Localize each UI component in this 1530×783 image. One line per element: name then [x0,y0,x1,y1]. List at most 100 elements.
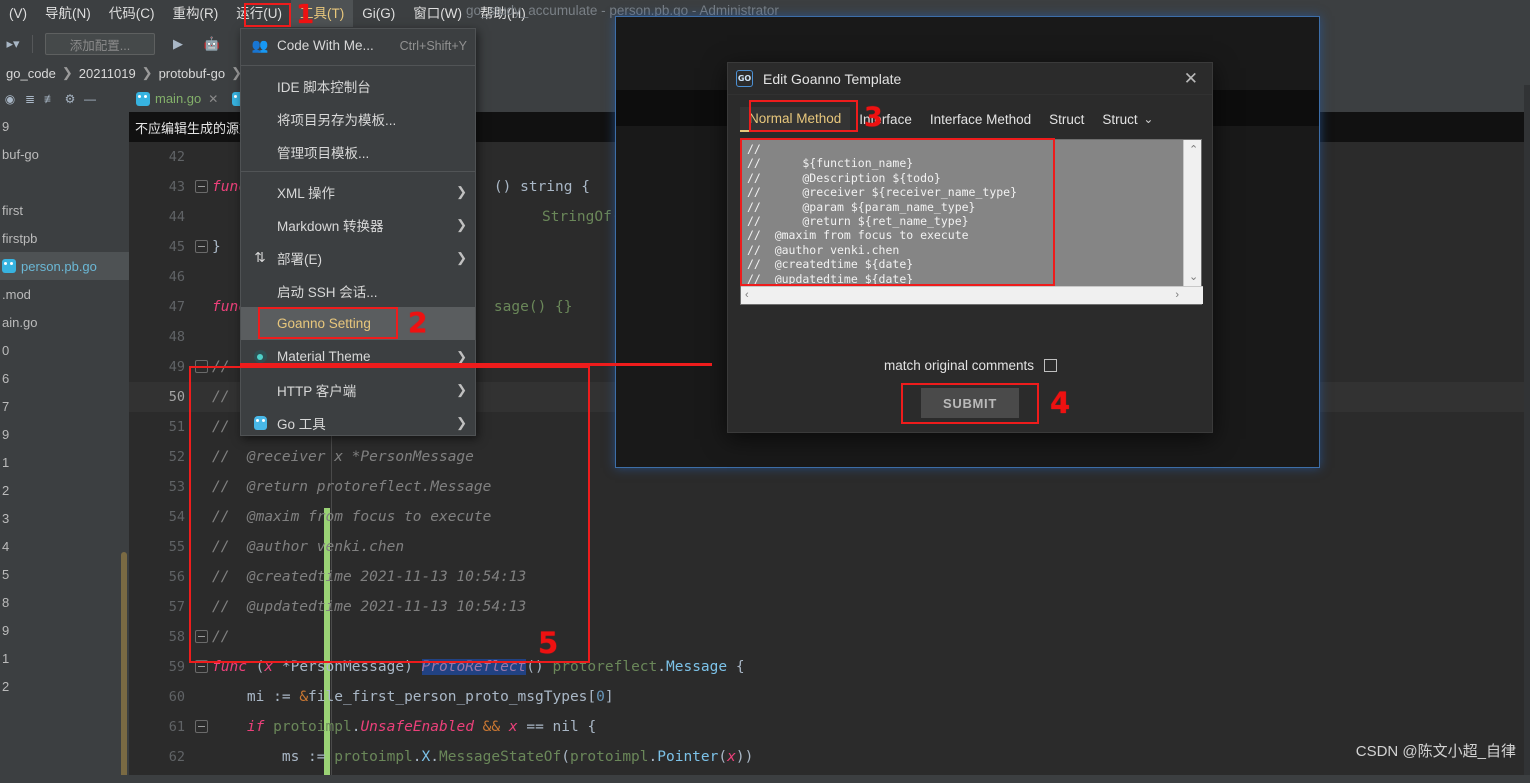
fold-marker[interactable] [195,232,208,262]
tree-item[interactable]: 9 [0,112,129,140]
tab-interface-method[interactable]: Interface Method [921,108,1040,131]
editor-tab-main-go[interactable]: main.go ✕ [129,85,225,112]
menu-entry-ide-script-console[interactable]: IDE 脚本控制台 [241,69,475,102]
tree-item[interactable]: firstpb [0,224,129,252]
menu-entry-manage-project-templates[interactable]: 管理项目模板... [241,135,475,168]
hide-panel-icon[interactable]: — [80,89,100,109]
tree-item[interactable]: 8 [0,588,129,616]
project-tree[interactable]: 9 buf-go first firstpb person.pb.go .mod… [0,112,129,783]
project-selector-icon[interactable]: ▸▾ [0,31,26,57]
menu-item-git[interactable]: Gi(G) [353,0,404,27]
project-tree-scrollbar[interactable] [121,552,127,783]
code-line[interactable]: 62 ms := protoimpl.X.MessageStateOf(prot… [129,742,1530,772]
fold-marker[interactable] [195,352,208,382]
tree-item[interactable]: 2 [0,476,129,504]
tree-item[interactable]: 5 [0,560,129,588]
breadcrumb-item-0[interactable]: go_code [6,66,56,81]
collapse-icon[interactable]: ◉ [0,89,20,109]
scroll-left-icon[interactable]: ‹ [745,289,749,301]
fold-marker[interactable] [195,622,208,652]
fold-marker[interactable] [195,472,207,502]
breadcrumb-item-2[interactable]: protobuf-go [159,66,226,81]
fold-marker[interactable] [195,292,207,322]
scroll-up-icon[interactable]: ⌃ [1189,143,1198,156]
menu-entry-material-theme[interactable]: Material Theme ❯ [241,340,475,373]
tree-item[interactable]: buf-go [0,140,129,168]
menu-entry-go-tools[interactable]: Go 工具 ❯ [241,406,475,439]
tree-item[interactable]: 6 [0,364,129,392]
tree-item-person-pb-go[interactable]: person.pb.go [0,252,129,280]
fold-marker[interactable] [195,322,207,352]
run-icon[interactable]: ▶ [165,31,191,57]
menu-entry-save-project-as-template[interactable]: 将项目另存为模板... [241,102,475,135]
tree-item[interactable]: 9 [0,420,129,448]
code-line[interactable]: 57 // @updatedtime 2021-11-13 10:54:13 [129,592,1530,622]
tree-item[interactable]: 9 [0,616,129,644]
code-line[interactable]: 55 // @author venki.chen [129,532,1530,562]
chevron-down-icon[interactable]: ⌄ [1143,112,1153,126]
tree-item[interactable]: 4 [0,532,129,560]
collapse-all-icon[interactable]: ≢ [40,89,60,109]
fold-marker[interactable] [195,142,207,172]
menu-entry-goanno-setting[interactable]: Goanno Setting [241,307,475,340]
menu-entry-start-ssh-session[interactable]: 启动 SSH 会话... [241,274,475,307]
fold-marker[interactable] [195,502,207,532]
code-line[interactable]: 58 // [129,622,1530,652]
debug-icon[interactable]: 🤖 [199,31,225,57]
fold-marker[interactable] [195,172,208,202]
scroll-down-icon[interactable]: ⌄ [1189,270,1198,283]
fold-marker[interactable] [195,682,207,712]
template-horizontal-scrollbar[interactable]: ‹ › [741,286,1203,304]
code-line[interactable]: 53 // @return protoreflect.Message [129,472,1530,502]
fold-marker[interactable] [195,652,208,682]
tab-struct[interactable]: Struct [1040,108,1093,131]
scroll-right-icon[interactable]: › [1175,289,1179,301]
menu-item-view[interactable]: (V) [0,0,36,27]
menu-item-run[interactable]: 运行(U) [227,0,291,27]
tab-normal-method[interactable]: Normal Method [740,106,851,132]
code-line[interactable]: 60 mi := &file_first_person_proto_msgTyp… [129,682,1530,712]
tree-item[interactable]: 0 [0,336,129,364]
tree-item[interactable]: first [0,196,129,224]
settings-gear-icon[interactable]: ⚙ [60,89,80,109]
tree-item[interactable] [0,168,129,196]
menu-item-window[interactable]: 窗口(W) [404,0,471,27]
tree-item[interactable]: ain.go [0,308,129,336]
fold-marker[interactable] [195,742,207,772]
fold-marker[interactable] [195,532,207,562]
close-icon[interactable]: ✕ [208,92,218,106]
fold-marker[interactable] [195,562,207,592]
tree-item[interactable]: .mod [0,280,129,308]
tab-struct-method[interactable]: Struct [1093,108,1139,131]
fold-marker[interactable] [195,592,207,622]
menu-entry-deployment[interactable]: ⇅ 部署(E) ❯ [241,241,475,274]
fold-marker[interactable] [195,712,208,742]
menu-entry-markdown-converter[interactable]: Markdown 转换器 ❯ [241,208,475,241]
menu-entry-http-client[interactable]: HTTP 客户端 ❯ [241,373,475,406]
fold-marker[interactable] [195,262,207,292]
menu-entry-xml-actions[interactable]: XML 操作 ❯ [241,175,475,208]
fold-marker[interactable] [195,382,207,412]
fold-marker[interactable] [195,412,207,442]
match-original-comments-checkbox[interactable] [1044,359,1058,372]
fold-marker[interactable] [195,442,207,472]
tree-item[interactable]: 1 [0,448,129,476]
tree-item[interactable]: 3 [0,504,129,532]
menu-entry-code-with-me[interactable]: 👥 Code With Me... Ctrl+Shift+Y [241,29,475,62]
template-vertical-scrollbar[interactable]: ⌃ ⌄ [1183,140,1201,288]
fold-marker[interactable] [195,202,207,232]
tools-dropdown-menu[interactable]: 👥 Code With Me... Ctrl+Shift+Y IDE 脚本控制台… [240,28,476,436]
expand-all-icon[interactable]: ≣ [20,89,40,109]
close-icon[interactable]: ✕ [1178,69,1204,89]
tree-item[interactable]: 2 [0,672,129,700]
tree-item[interactable]: 7 [0,392,129,420]
submit-button[interactable]: SUBMIT [921,388,1019,418]
menu-item-navigate[interactable]: 导航(N) [36,0,100,27]
tab-interface[interactable]: Interface [850,108,921,131]
tree-item[interactable]: 1 [0,644,129,672]
run-configuration-selector[interactable]: 添加配置... [45,33,155,55]
code-line[interactable]: 54 // @maxim from focus to execute [129,502,1530,532]
code-line[interactable]: 56 // @createdtime 2021-11-13 10:54:13 [129,562,1530,592]
menu-item-code[interactable]: 代码(C) [100,0,164,27]
code-line[interactable]: 59 func (x *PersonMessage) ProtoReflect(… [129,652,1530,682]
